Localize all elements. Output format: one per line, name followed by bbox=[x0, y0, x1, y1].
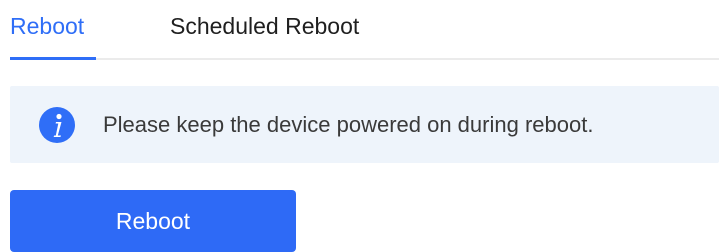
info-notice: Please keep the device powered on during… bbox=[10, 86, 719, 163]
reboot-button[interactable]: Reboot bbox=[10, 190, 296, 252]
reboot-button-label: Reboot bbox=[115, 208, 191, 234]
tab-bar: Reboot Scheduled Reboot bbox=[10, 0, 719, 60]
tab-scheduled-reboot[interactable]: Scheduled Reboot bbox=[170, 10, 359, 42]
notice-text: Please keep the device powered on during… bbox=[103, 112, 594, 137]
tab-reboot[interactable]: Reboot bbox=[10, 10, 84, 42]
info-icon bbox=[39, 107, 75, 143]
active-tab-indicator bbox=[10, 57, 96, 60]
